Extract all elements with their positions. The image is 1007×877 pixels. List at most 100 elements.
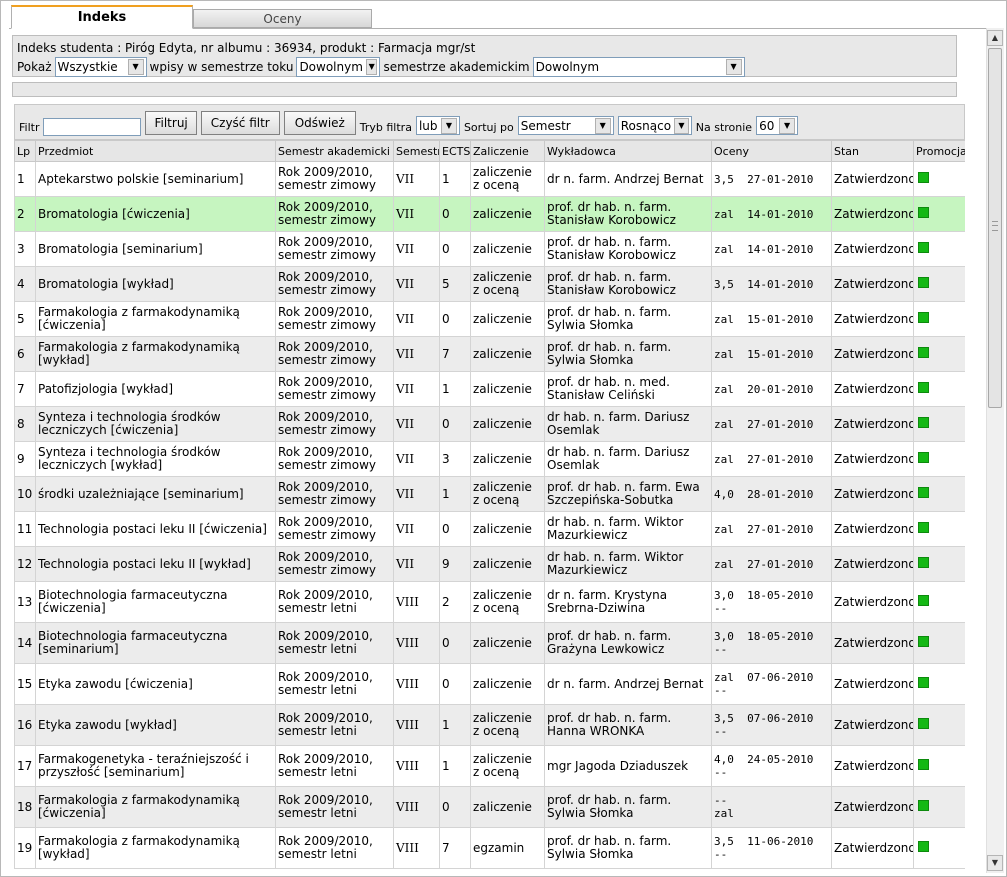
- table-row[interactable]: 16 Etyka zawodu [wykład] Rok 2009/2010, se…: [14, 704, 965, 746]
- table-row[interactable]: 5 Farmakologia z farmakodynamiką [ćwiczen…: [14, 301, 965, 337]
- filter-input[interactable]: [43, 118, 142, 136]
- column-header-lp[interactable]: Lp: [14, 140, 36, 162]
- filter-button[interactable]: Filtruj: [145, 111, 197, 135]
- credit-type-cell: zaliczenie: [470, 622, 545, 664]
- column-header-grades[interactable]: Oceny: [711, 140, 832, 162]
- semester-cell: VII: [393, 476, 440, 512]
- show-select-value: Wszystkie: [57, 60, 118, 74]
- ects-cell: 2: [439, 581, 471, 623]
- credit-type-cell: zaliczenie: [470, 511, 545, 547]
- table-row[interactable]: 3 Bromatologia [seminarium] Rok 2009/2010,…: [14, 231, 965, 267]
- vertical-scrollbar[interactable]: ▲ ▼: [986, 28, 1004, 873]
- academic-term-cell: Rok 2009/2010, semestr zimowy: [275, 476, 394, 512]
- table-row[interactable]: 7 Patofizjologia [wykład] Rok 2009/2010, s…: [14, 371, 965, 407]
- subject-cell: Technologia postaci leku II [wykład]: [35, 546, 276, 582]
- chevron-down-icon: ▼: [440, 117, 457, 134]
- academic-semester-select[interactable]: Dowolnym ▼: [532, 57, 745, 77]
- column-header-ects[interactable]: ECTS: [439, 140, 471, 162]
- column-header-state[interactable]: Stan: [831, 140, 914, 162]
- promotion-status-icon: [918, 718, 929, 729]
- refresh-button[interactable]: Odśwież: [283, 111, 356, 135]
- promotion-status-icon: [918, 312, 929, 323]
- lecturer-cell: prof. dr hab. n. farm. Stanisław Korobow…: [544, 231, 712, 267]
- table-row[interactable]: 4 Bromatologia [wykład] Rok 2009/2010, sem…: [14, 266, 965, 302]
- semester-cell: VII: [393, 161, 440, 197]
- subject-cell: Aptekarstwo polskie [seminarium]: [35, 161, 276, 197]
- table-row[interactable]: 10 środki uzależniające [seminarium] Rok 2…: [14, 476, 965, 512]
- table-row[interactable]: 2 Bromatologia [ćwiczenia] Rok 2009/2010, …: [14, 196, 965, 232]
- state-cell: Zatwierdzono: [831, 161, 914, 197]
- academic-term-cell: Rok 2009/2010, semestr letni: [275, 827, 394, 869]
- lp-cell: 15: [14, 663, 36, 705]
- chevron-down-icon: ▼: [594, 117, 611, 134]
- table-row[interactable]: 14 Biotechnologia farmaceutyczna [seminar…: [14, 622, 965, 664]
- subject-cell: Synteza i technologia środków leczniczyc…: [35, 406, 276, 442]
- filter-mode-select[interactable]: lub ▼: [415, 116, 460, 135]
- table-row[interactable]: 13 Biotechnologia farmaceutyczna [ćwiczen…: [14, 581, 965, 623]
- column-header-term[interactable]: Semestr akademicki: [275, 140, 394, 162]
- grades-cell: 3,5 27-01-2010: [711, 161, 832, 197]
- promotion-status-icon: [918, 636, 929, 647]
- ects-cell: 3: [439, 441, 471, 477]
- academic-term-cell: Rok 2009/2010, semestr zimowy: [275, 441, 394, 477]
- table-row[interactable]: 1 Aptekarstwo polskie [seminarium] Rok 200…: [14, 161, 965, 197]
- academic-term-cell: Rok 2009/2010, semestr letni: [275, 786, 394, 828]
- credit-type-cell: zaliczenie z oceną: [470, 476, 545, 512]
- semester-cell: VII: [393, 546, 440, 582]
- academic-term-cell: Rok 2009/2010, semestr zimowy: [275, 161, 394, 197]
- table-row[interactable]: 11 Technologia postaci leku II [ćwiczenia…: [14, 511, 965, 547]
- ects-cell: 1: [439, 476, 471, 512]
- table-row[interactable]: 8 Synteza i technologia środków leczniczy…: [14, 406, 965, 442]
- ects-cell: 0: [439, 663, 471, 705]
- table-row[interactable]: 9 Synteza i technologia środków leczniczy…: [14, 441, 965, 477]
- promotion-cell: [913, 336, 965, 372]
- tab-indeks[interactable]: Indeks: [11, 5, 193, 29]
- state-cell: Zatwierdzono: [831, 663, 914, 705]
- ects-cell: 1: [439, 161, 471, 197]
- column-header-lecturer[interactable]: Wykładowca: [544, 140, 712, 162]
- sort-field-select[interactable]: Semestr ▼: [517, 116, 614, 135]
- semester-cell: VIII: [393, 581, 440, 623]
- credit-type-cell: zaliczenie z oceną: [470, 704, 545, 746]
- scroll-thumb[interactable]: [988, 48, 1002, 408]
- state-cell: Zatwierdzono: [831, 786, 914, 828]
- ects-cell: 0: [439, 301, 471, 337]
- lp-cell: 11: [14, 511, 36, 547]
- per-page-select[interactable]: 60 ▼: [756, 116, 799, 135]
- semester-select[interactable]: Dowolnym ▼: [296, 57, 381, 77]
- student-info-panel: Indeks studenta : Piróg Edyta, nr albumu…: [12, 35, 957, 77]
- column-header-promotion[interactable]: Promocja: [913, 140, 965, 162]
- academic-select-value: Dowolnym: [535, 60, 600, 74]
- scroll-down-icon[interactable]: ▼: [987, 855, 1003, 871]
- tab-oceny[interactable]: Oceny: [193, 9, 372, 28]
- grades-cell: 3,5 07-06-2010 --: [711, 704, 832, 746]
- table-row[interactable]: 19 Farmakologia z farmakodynamiką [wykład…: [14, 827, 965, 869]
- academic-label: semestrze akademickim: [383, 60, 530, 74]
- show-select[interactable]: Wszystkie ▼: [54, 57, 147, 77]
- sort-order-value: Rosnąco: [620, 118, 672, 133]
- table-row[interactable]: 18 Farmakologia z farmakodynamiką [ćwicze…: [14, 786, 965, 828]
- lp-cell: 19: [14, 827, 36, 869]
- column-header-semester[interactable]: Semestr: [393, 140, 440, 162]
- table-row[interactable]: 12 Technologia postaci leku II [wykład] Ro…: [14, 546, 965, 582]
- table-row[interactable]: 6 Farmakologia z farmakodynamiką [wykład]…: [14, 336, 965, 372]
- clear-filter-button[interactable]: Czyść filtr: [200, 111, 280, 135]
- lecturer-cell: prof. dr hab. n. farm. Hanna WRONKA: [544, 704, 712, 746]
- column-header-credit[interactable]: Zaliczenie: [470, 140, 545, 162]
- grades-cell: zal 27-01-2010: [711, 406, 832, 442]
- ects-cell: 1: [439, 371, 471, 407]
- promotion-cell: [913, 786, 965, 828]
- grade-text: zal 27-01-2010: [714, 557, 814, 571]
- ects-cell: 0: [439, 231, 471, 267]
- lecturer-cell: prof. dr hab. n. farm. Grażyna Lewkowicz: [544, 622, 712, 664]
- semester-cell: VIII: [393, 786, 440, 828]
- promotion-status-icon: [918, 800, 929, 811]
- scroll-up-icon[interactable]: ▲: [987, 30, 1003, 46]
- column-header-subject[interactable]: Przedmiot: [35, 140, 276, 162]
- lp-cell: 1: [14, 161, 36, 197]
- state-cell: Zatwierdzono: [831, 406, 914, 442]
- table-row[interactable]: 15 Etyka zawodu [ćwiczenia] Rok 2009/2010,…: [14, 663, 965, 705]
- table-row[interactable]: 17 Farmakogenetyka - teraźniejszość i prz…: [14, 745, 965, 787]
- sort-order-select[interactable]: Rosnąco ▼: [617, 116, 692, 135]
- ects-cell: 1: [439, 704, 471, 746]
